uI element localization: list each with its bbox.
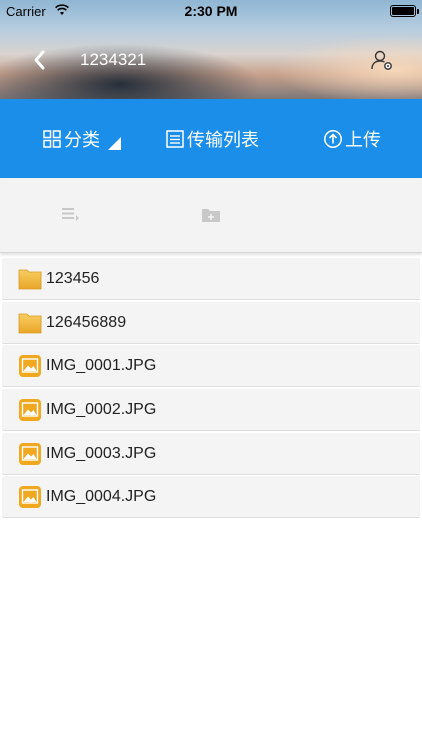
- image-file-icon: [19, 399, 41, 422]
- file-name: IMG_0001.JPG: [46, 357, 157, 375]
- file-row-image[interactable]: IMG_0004.JPG: [2, 476, 420, 519]
- image-file-icon: [19, 442, 41, 465]
- file-row-image[interactable]: IMG_0002.JPG: [2, 389, 420, 432]
- file-name: 123456: [46, 270, 100, 287]
- status-time: 2:30 PM: [184, 3, 238, 19]
- action-bar: 分类 传输列表 上传: [0, 99, 422, 178]
- user-settings-icon[interactable]: [370, 48, 394, 72]
- header: Carrier 2:30 PM 1234321: [0, 0, 422, 99]
- image-file-icon: [19, 486, 41, 509]
- tab-transfer-list[interactable]: 传输列表: [165, 99, 259, 178]
- folder-icon: [18, 269, 42, 290]
- file-name: IMG_0003.JPG: [46, 444, 157, 462]
- list-edit-icon[interactable]: [60, 206, 80, 224]
- file-row-image[interactable]: IMG_0003.JPG: [2, 432, 420, 475]
- grid-icon: [43, 129, 61, 148]
- battery-icon: [390, 5, 419, 17]
- page-title: 1234321: [80, 50, 147, 69]
- back-chevron-icon[interactable]: [26, 46, 54, 74]
- toolbar: [0, 178, 422, 253]
- file-name: 126456889: [46, 313, 127, 331]
- file-list: 123456 126456889 IMG_0001.JPG IMG_0002.J…: [2, 258, 420, 520]
- dropdown-triangle-icon[interactable]: [108, 137, 121, 150]
- status-bar: Carrier 2:30 PM: [0, 0, 422, 22]
- new-folder-icon[interactable]: [201, 206, 221, 224]
- file-row-image[interactable]: IMG_0001.JPG: [2, 345, 420, 388]
- file-row-folder[interactable]: 126456889: [2, 301, 420, 344]
- tab-upload-label: 上传: [345, 129, 381, 150]
- tab-category-label: 分类: [64, 129, 100, 150]
- list-box-icon: [166, 129, 184, 148]
- upload-circle-icon: [324, 129, 342, 148]
- file-row-folder[interactable]: 123456: [2, 258, 420, 300]
- file-name: IMG_0002.JPG: [46, 401, 157, 419]
- tab-category[interactable]: 分类: [42, 99, 100, 178]
- tab-upload[interactable]: 上传: [323, 99, 381, 178]
- tab-transfer-label: 传输列表: [187, 129, 259, 150]
- image-file-icon: [19, 355, 41, 378]
- folder-icon: [18, 313, 42, 334]
- file-name: IMG_0004.JPG: [46, 488, 157, 506]
